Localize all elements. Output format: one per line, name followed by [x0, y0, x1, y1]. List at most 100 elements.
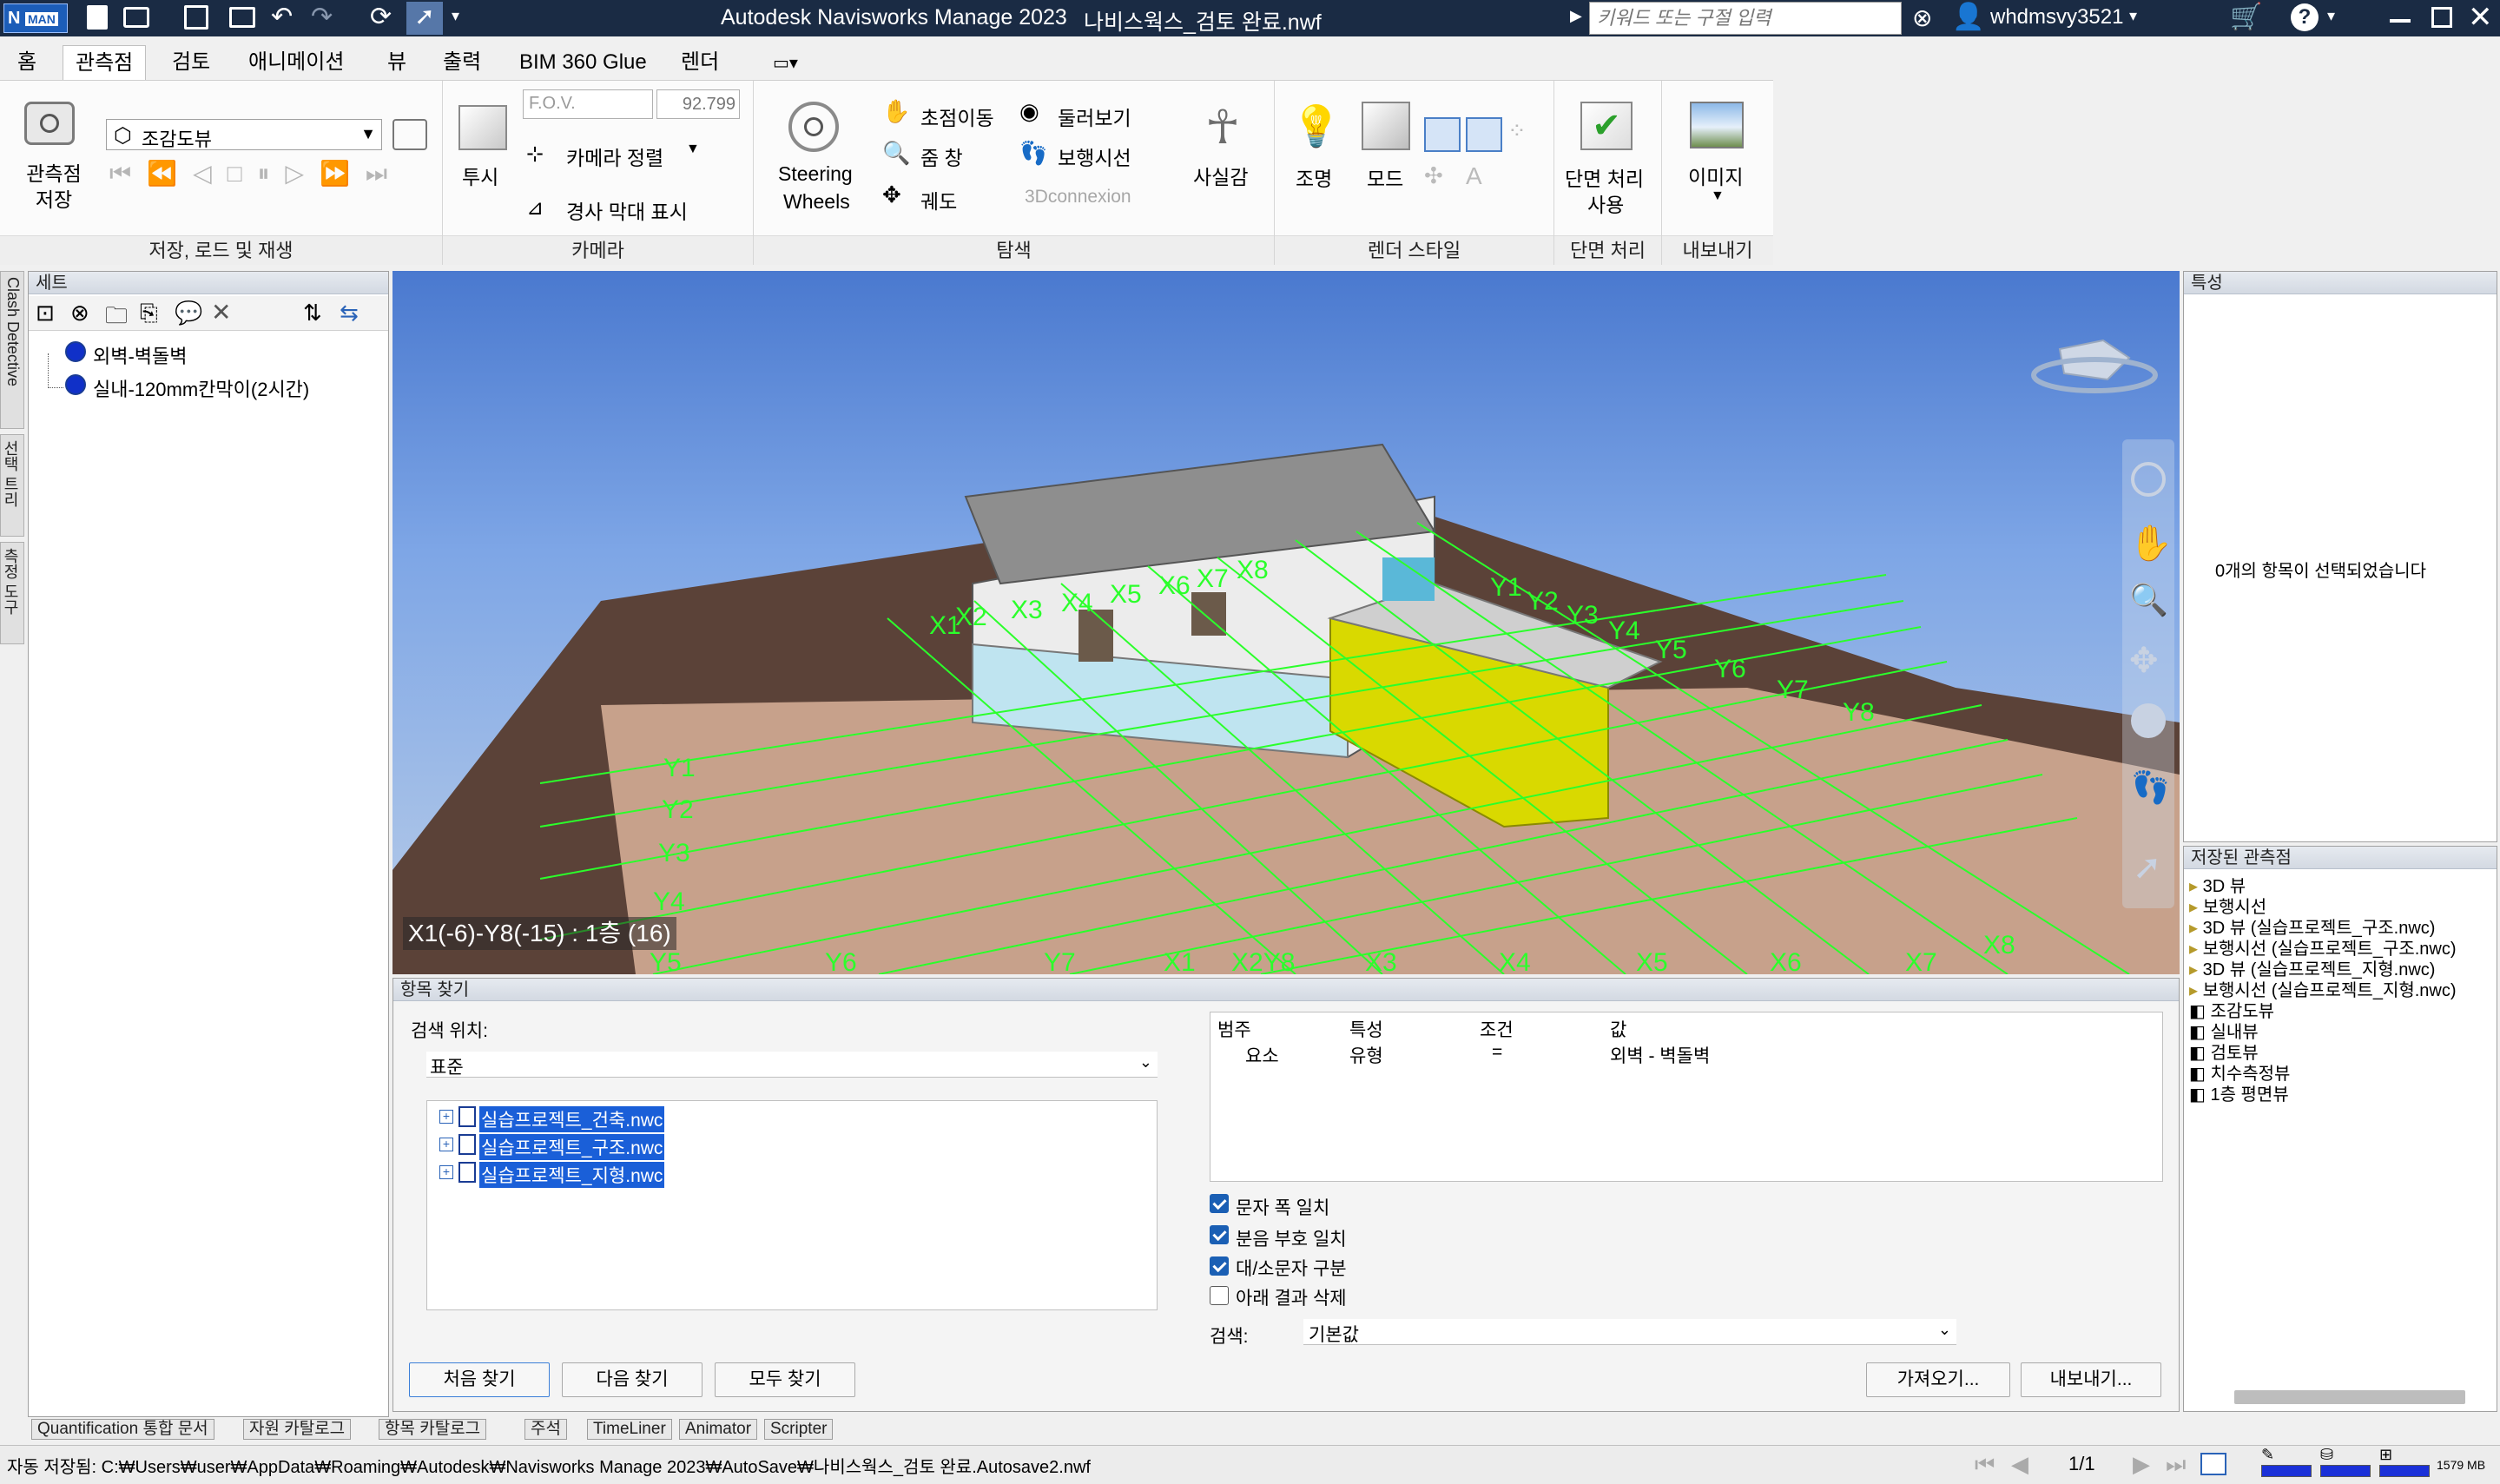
save-icon[interactable]: [184, 5, 208, 30]
sectioning-icon[interactable]: ✔: [1580, 102, 1633, 150]
perspective-button[interactable]: 투시: [462, 161, 498, 190]
first-page-icon[interactable]: ⏮: [1975, 1451, 1995, 1479]
search-mode-select[interactable]: 기본값 ⌄: [1303, 1319, 1956, 1345]
orbit-button[interactable]: 궤도: [920, 185, 957, 214]
close-icon[interactable]: ✕: [2468, 0, 2493, 35]
user-dropdown-icon[interactable]: ▾: [2129, 7, 2137, 25]
grid-cell-category[interactable]: 요소: [1245, 1042, 1279, 1068]
viewpoint-item[interactable]: ▸ 보행시선 (실습프로젝트_구조.nwc): [2189, 939, 2493, 960]
3dconnexion-button[interactable]: 3Dconnexion: [1025, 187, 1131, 208]
tab-quantification[interactable]: Quantification 통합 문서: [31, 1419, 214, 1440]
qat-dropdown-icon[interactable]: ▾: [452, 7, 459, 25]
fov-input[interactable]: [656, 89, 740, 119]
save-viewpoint-button[interactable]: 관측점 저장: [17, 161, 90, 213]
select-nav-icon[interactable]: ➚: [2133, 848, 2162, 887]
3d-viewport[interactable]: X1 X2 X3 X4 X5 X6 X7 X8 Y1 Y2 Y3 Y4 Y5 Y…: [392, 271, 2180, 974]
prev-page-icon[interactable]: ◀: [2011, 1451, 2028, 1478]
mode-cube-icon[interactable]: [1362, 102, 1410, 150]
horizontal-scrollbar[interactable]: [2234, 1390, 2465, 1404]
sort-icon[interactable]: ⇅: [303, 300, 322, 326]
viewpoint-item[interactable]: ▸ 3D 뷰: [2189, 876, 2493, 897]
criteria-grid[interactable]: 범주 특성 조건 값 요소 유형 = 외벽 - 벽돌벽: [1210, 1012, 2163, 1182]
steering-wheel-icon[interactable]: [788, 102, 839, 152]
tab-view[interactable]: 뷰: [375, 45, 419, 80]
enable-sectioning-button-2[interactable]: 사용: [1587, 188, 1624, 218]
side-tab-clash-detective[interactable]: Clash Detective: [0, 271, 24, 429]
save-search-icon[interactable]: ⊗: [70, 300, 89, 326]
match-diacritics-checkbox[interactable]: [1210, 1225, 1229, 1244]
user-icon[interactable]: 👤: [1952, 2, 1984, 32]
tab-output[interactable]: 출력: [431, 45, 493, 80]
perspective-icon[interactable]: [458, 105, 507, 150]
show-tilt-bar-button[interactable]: 경사 막대 표시: [566, 195, 688, 225]
sheet-browser-icon[interactable]: [2200, 1453, 2226, 1475]
camera-align-dropdown-icon[interactable]: ▼: [686, 142, 700, 157]
image-button[interactable]: 이미지: [1688, 161, 1743, 190]
help-dropdown-icon[interactable]: ▾: [2327, 7, 2335, 25]
find-next-button[interactable]: 다음 찾기: [562, 1362, 703, 1397]
tab-home[interactable]: 홈: [5, 45, 49, 80]
viewpoint-item[interactable]: ▸ 보행시선: [2189, 897, 2493, 918]
restore-icon[interactable]: [2431, 7, 2452, 28]
print-icon[interactable]: [229, 7, 255, 28]
lighting-icon[interactable]: 💡: [1291, 100, 1341, 152]
zoom-window-button[interactable]: 줌 창: [920, 142, 963, 171]
import-export-icon[interactable]: ⇆: [340, 300, 359, 326]
app-logo[interactable]: N MAN: [3, 3, 68, 33]
render-style-shaded-icon[interactable]: [1424, 117, 1461, 152]
viewpoint-item[interactable]: ◧ 조감도뷰: [2189, 1001, 2493, 1022]
enable-sectioning-button-1[interactable]: 단면 처리: [1565, 162, 1644, 192]
tab-viewpoint[interactable]: 관측점: [63, 45, 147, 80]
render-style-line-icon[interactable]: [1466, 117, 1502, 152]
side-tab-measure-tools[interactable]: 측정 도구: [0, 542, 24, 644]
fov-slider[interactable]: F.O.V.: [523, 89, 653, 119]
import-button[interactable]: 가져오기...: [1866, 1362, 2010, 1397]
steering-wheel-nav-icon[interactable]: [2131, 462, 2166, 497]
help-icon[interactable]: ?: [2291, 3, 2319, 31]
viewpoint-item[interactable]: ◧ 치수측정뷰: [2189, 1064, 2493, 1085]
new-folder-icon[interactable]: 🗀: [105, 300, 128, 338]
expand-plus-icon[interactable]: +: [439, 1165, 453, 1179]
group-label-camera[interactable]: 카메라: [443, 235, 753, 265]
look-around-button[interactable]: 둘러보기: [1058, 102, 1131, 131]
pan-button[interactable]: 초점이동: [920, 102, 994, 131]
open-icon[interactable]: [123, 7, 149, 28]
walk-button[interactable]: 보행시선: [1058, 142, 1131, 171]
viewpoint-select[interactable]: ⬡ 조감도뷰 ▼: [106, 119, 382, 150]
grid-cell-condition[interactable]: =: [1492, 1042, 1502, 1063]
tab-item-catalog[interactable]: 항목 카탈로그: [379, 1419, 487, 1440]
new-icon[interactable]: [87, 5, 108, 30]
viewpoint-item[interactable]: ▸ 3D 뷰 (실습프로젝트_구조.nwc): [2189, 918, 2493, 939]
tab-timeliner[interactable]: TimeLiner: [587, 1419, 672, 1440]
tab-animator[interactable]: Animator: [679, 1419, 758, 1440]
prune-below-checkbox[interactable]: [1210, 1286, 1229, 1305]
steering-wheels-label-2[interactable]: Wheels: [783, 190, 850, 214]
tab-animation[interactable]: 애니메이션: [236, 45, 356, 80]
viewpoint-item[interactable]: ▸ 3D 뷰 (실습프로젝트_지형.nwc): [2189, 960, 2493, 980]
grid-cell-value[interactable]: 외벽 - 벽돌벽: [1610, 1042, 1710, 1068]
tab-bim360[interactable]: BIM 360 Glue: [507, 45, 659, 80]
camera-align-button[interactable]: 카메라 정렬: [566, 142, 663, 171]
duplicate-icon[interactable]: ⎘: [140, 300, 158, 327]
viewpoint-item[interactable]: ▸ 보행시선 (실습프로젝트_지형.nwc): [2189, 980, 2493, 1001]
comment-icon[interactable]: 💬: [175, 300, 202, 326]
walk-nav-icon[interactable]: 👣: [2131, 769, 2170, 806]
next-page-icon[interactable]: ▶: [2133, 1451, 2150, 1478]
match-width-checkbox[interactable]: [1210, 1194, 1229, 1213]
tab-render[interactable]: 렌더: [669, 45, 731, 80]
image-dropdown-icon[interactable]: ▼: [1711, 188, 1725, 204]
tab-annotations[interactable]: 주석: [524, 1419, 567, 1440]
keyword-search-input[interactable]: [1589, 2, 1902, 35]
find-first-button[interactable]: 처음 찾기: [409, 1362, 550, 1397]
mode-button[interactable]: 모드: [1367, 162, 1403, 192]
expand-plus-icon[interactable]: +: [439, 1138, 453, 1151]
viewpoint-item[interactable]: ◧ 실내뷰: [2189, 1022, 2493, 1043]
tab-scripter[interactable]: Scripter: [764, 1419, 834, 1440]
username[interactable]: whdmsvy3521: [1990, 5, 2123, 30]
binoculars-icon[interactable]: ⊗: [1912, 3, 1932, 32]
select-cursor-icon[interactable]: ➚: [406, 2, 443, 35]
look-nav-icon[interactable]: [2131, 703, 2166, 738]
realism-button[interactable]: 사실감: [1193, 161, 1248, 190]
tab-review[interactable]: 검토: [160, 45, 222, 80]
redo-icon[interactable]: ↷: [311, 2, 333, 32]
